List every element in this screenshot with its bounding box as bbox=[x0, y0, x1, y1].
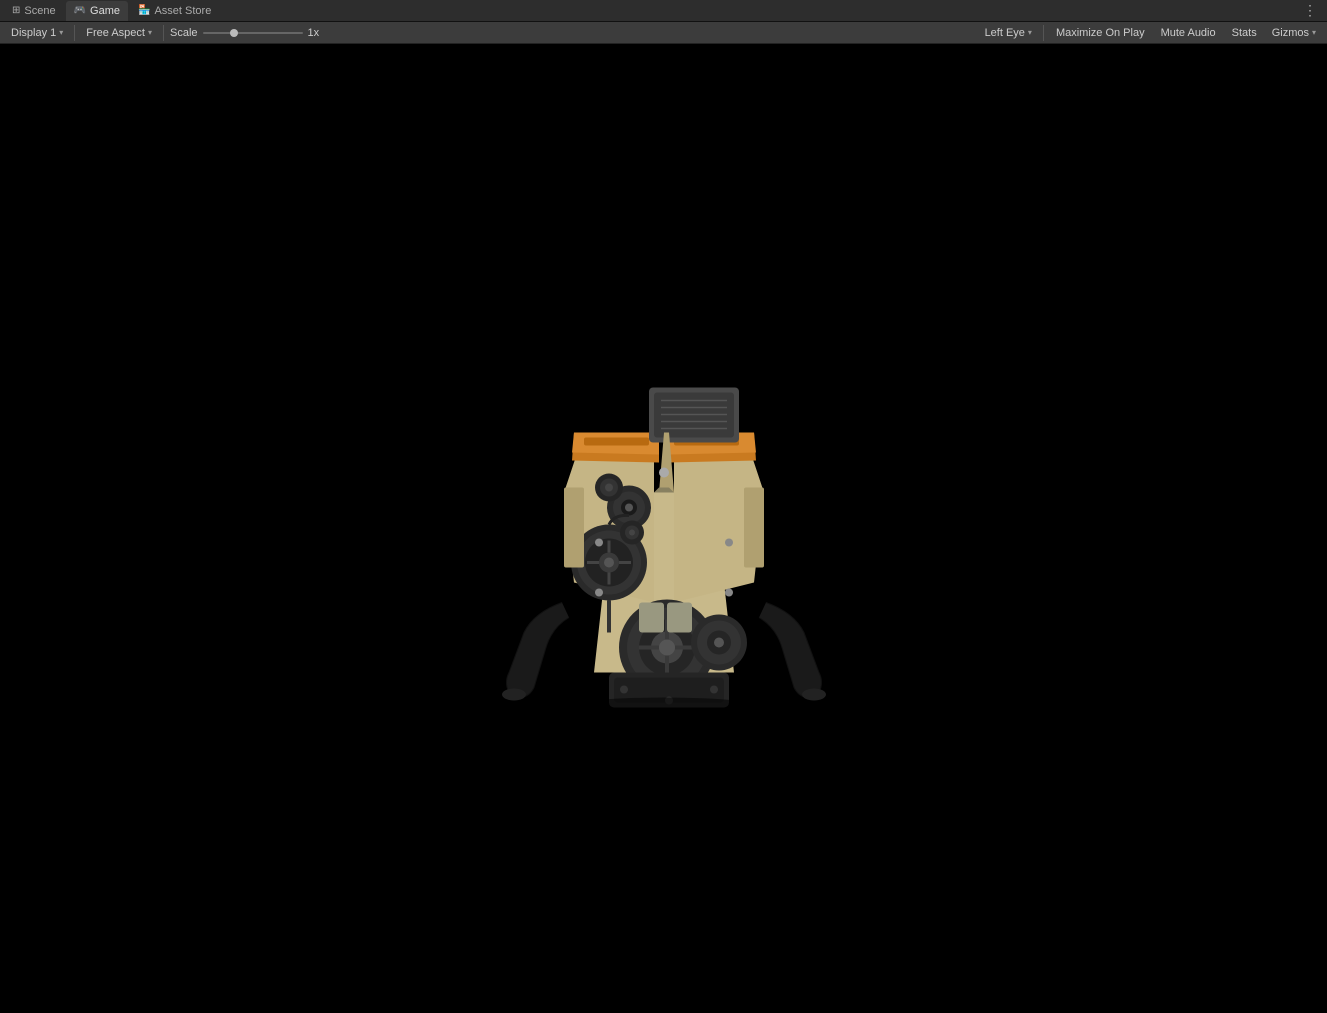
display-label: Display 1 bbox=[11, 27, 56, 39]
scale-control: Scale 1x bbox=[170, 27, 319, 39]
tab-asset-store[interactable]: 🏪 Asset Store bbox=[130, 1, 219, 21]
scale-label: Scale bbox=[170, 27, 198, 39]
tab-game-label: Game bbox=[90, 5, 120, 17]
tab-bar: ⊞ Scene 🎮 Game 🏪 Asset Store ⋮ bbox=[0, 0, 1327, 22]
aspect-selector[interactable]: Free Aspect ▾ bbox=[81, 24, 157, 42]
tab-scene-label: Scene bbox=[24, 5, 55, 17]
display-chevron: ▾ bbox=[59, 28, 63, 37]
toolbar-separator-3 bbox=[1043, 25, 1044, 41]
gizmos-chevron: ▾ bbox=[1312, 28, 1316, 37]
maximize-label: Maximize On Play bbox=[1056, 27, 1145, 39]
maximize-on-play-button[interactable]: Maximize On Play bbox=[1050, 24, 1151, 42]
tab-more-button[interactable]: ⋮ bbox=[1297, 0, 1323, 21]
mute-label: Mute Audio bbox=[1161, 27, 1216, 39]
more-icon: ⋮ bbox=[1303, 2, 1317, 18]
scale-value: 1x bbox=[308, 27, 320, 39]
tab-scene[interactable]: ⊞ Scene bbox=[4, 1, 64, 21]
display-selector[interactable]: Display 1 ▾ bbox=[6, 24, 68, 42]
scene-icon: ⊞ bbox=[12, 5, 20, 16]
toolbar-separator-1 bbox=[74, 25, 75, 41]
game-viewport bbox=[0, 44, 1327, 1013]
left-eye-selector[interactable]: Left Eye ▾ bbox=[980, 24, 1037, 42]
gizmos-label: Gizmos bbox=[1272, 27, 1309, 39]
stats-label: Stats bbox=[1232, 27, 1257, 39]
engine-model bbox=[454, 292, 874, 722]
stats-button[interactable]: Stats bbox=[1226, 24, 1263, 42]
tab-game[interactable]: 🎮 Game bbox=[66, 1, 128, 21]
game-icon: 🎮 bbox=[74, 5, 86, 16]
left-eye-label: Left Eye bbox=[985, 27, 1025, 39]
aspect-label: Free Aspect bbox=[86, 27, 145, 39]
asset-store-icon: 🏪 bbox=[138, 5, 150, 16]
toolbar-right: Left Eye ▾ Maximize On Play Mute Audio S… bbox=[980, 24, 1321, 42]
aspect-chevron: ▾ bbox=[148, 28, 152, 37]
left-eye-chevron: ▾ bbox=[1028, 28, 1032, 37]
gizmos-selector[interactable]: Gizmos ▾ bbox=[1267, 24, 1321, 42]
tab-asset-store-label: Asset Store bbox=[154, 5, 211, 17]
toolbar-separator-2 bbox=[163, 25, 164, 41]
mute-audio-button[interactable]: Mute Audio bbox=[1155, 24, 1222, 42]
engine-svg bbox=[454, 292, 874, 722]
toolbar: Display 1 ▾ Free Aspect ▾ Scale 1x Left … bbox=[0, 22, 1327, 44]
scale-slider[interactable] bbox=[203, 32, 303, 34]
